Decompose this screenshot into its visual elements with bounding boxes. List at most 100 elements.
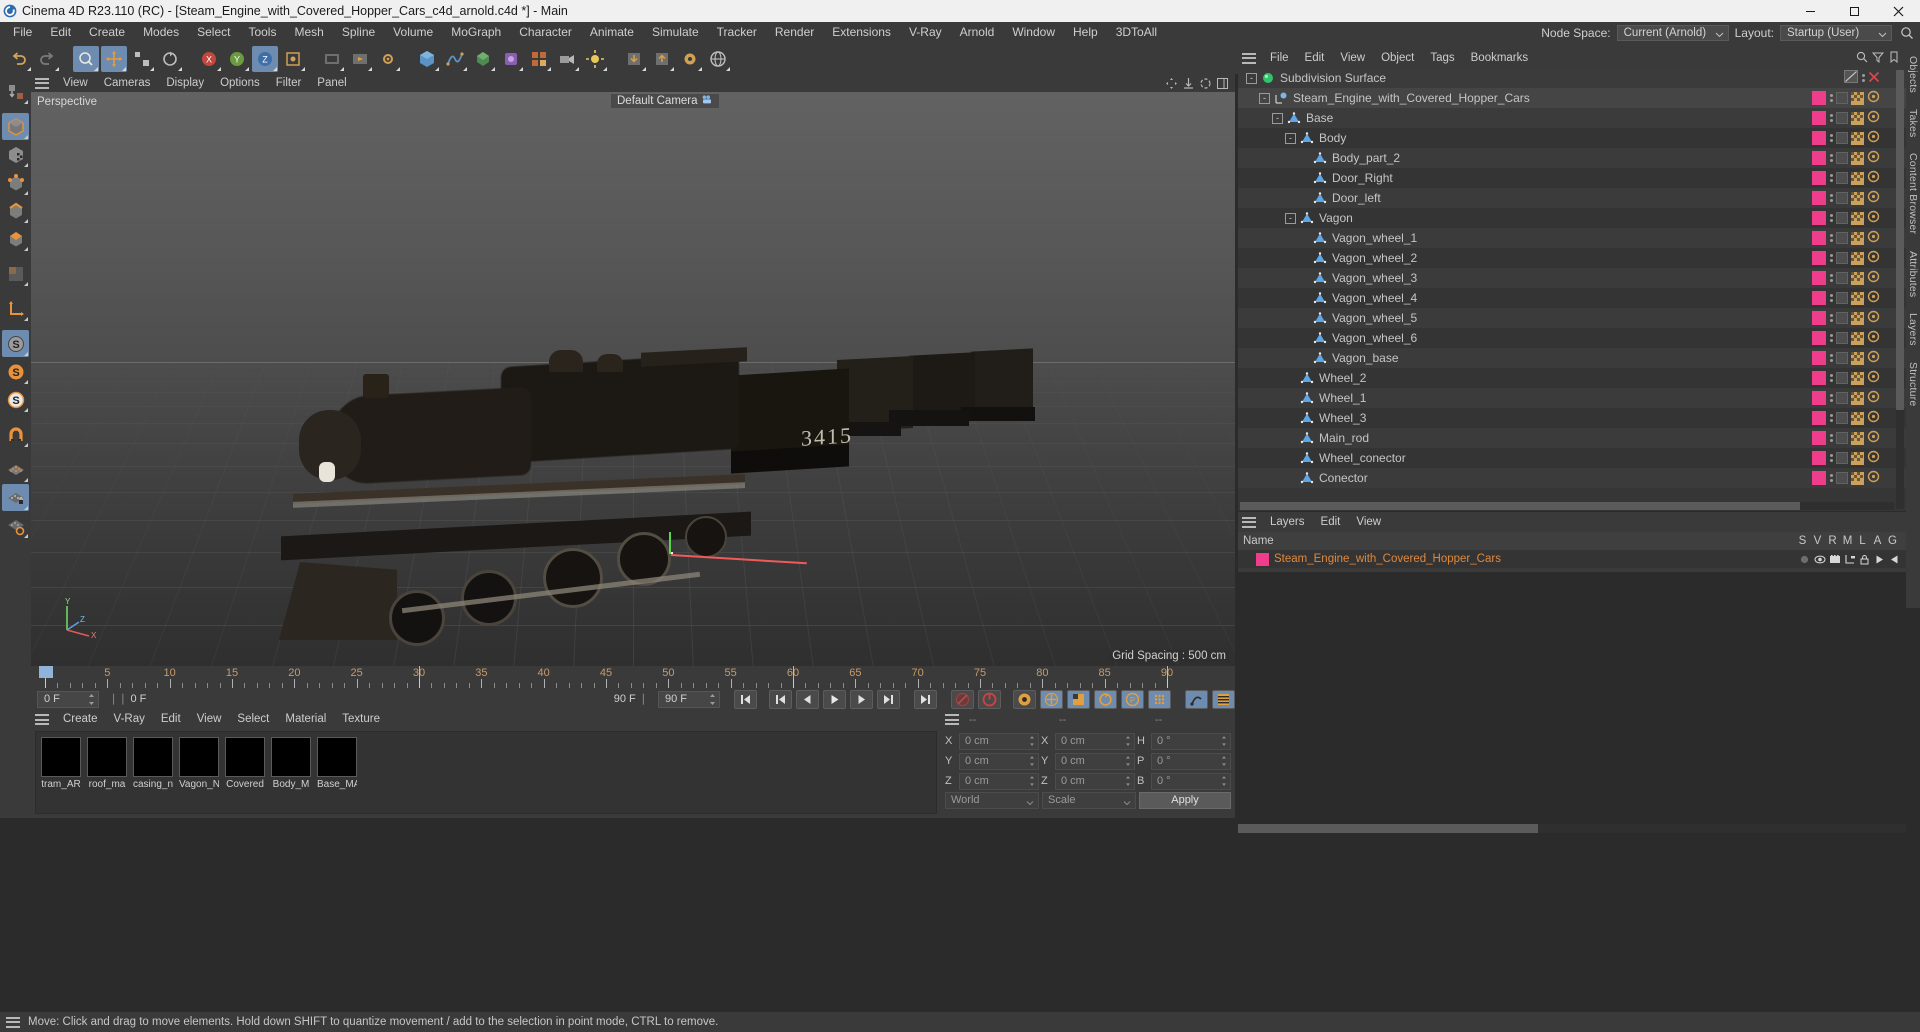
timeline-playhead[interactable] [39, 666, 53, 678]
object-hamburger-icon[interactable] [1242, 52, 1256, 64]
material-tag[interactable] [1812, 391, 1826, 405]
undo-button[interactable] [6, 46, 32, 72]
visibility-toggle-editor[interactable] [1836, 312, 1848, 324]
scrollbar-thumb[interactable] [1240, 502, 1800, 510]
visibility-toggle-editor[interactable] [1836, 272, 1848, 284]
menu-arnold[interactable]: Arnold [951, 22, 1004, 43]
object-dots-toggle[interactable] [1829, 454, 1833, 462]
object-tree-row[interactable]: Wheel_conector [1238, 448, 1906, 468]
visibility-toggle-editor[interactable] [1836, 172, 1848, 184]
material-item[interactable]: Vagon_N [179, 737, 219, 808]
menu-help[interactable]: Help [1064, 22, 1107, 43]
material-preview-swatch[interactable] [87, 737, 127, 777]
enable-axis-button[interactable]: S [2, 330, 29, 357]
menu-animate[interactable]: Animate [581, 22, 643, 43]
object-menu-object[interactable]: Object [1373, 48, 1422, 68]
scale-tool[interactable] [129, 46, 155, 72]
menu-volume[interactable]: Volume [384, 22, 442, 43]
spinner-icon[interactable] [1029, 755, 1035, 771]
protection-tag-icon[interactable] [1867, 170, 1880, 186]
object-dots-toggle[interactable] [1829, 94, 1833, 102]
spinner-icon[interactable] [709, 693, 716, 710]
material-tag[interactable] [1812, 411, 1826, 425]
tab-structure[interactable]: Structure [1907, 354, 1919, 414]
align-workplane-button[interactable] [2, 512, 29, 539]
add-light-button[interactable] [582, 46, 608, 72]
axis-modify-button[interactable] [2, 295, 29, 322]
close-icon[interactable] [1868, 71, 1880, 86]
spinner-icon[interactable] [1221, 755, 1227, 771]
object-menu-file[interactable]: File [1262, 48, 1297, 68]
layer-generator-icon[interactable] [1888, 553, 1901, 566]
enable-quantize-button[interactable]: S [2, 386, 29, 413]
object-tree-row[interactable]: Door_Right [1238, 168, 1906, 188]
layer-color-swatch[interactable] [1256, 552, 1269, 566]
material-tag[interactable] [1812, 111, 1826, 125]
layer-manager-icon[interactable] [1843, 553, 1856, 566]
object-tree-row[interactable]: Vagon_wheel_3 [1238, 268, 1906, 288]
render-view-button[interactable] [319, 46, 345, 72]
maximize-viewport-icon[interactable] [1215, 76, 1229, 90]
object-tree-row[interactable]: Vagon_wheel_5 [1238, 308, 1906, 328]
world-object-coordinate-system-button[interactable] [280, 46, 306, 72]
protection-tag-icon[interactable] [1867, 290, 1880, 306]
protection-tag-icon[interactable] [1867, 130, 1880, 146]
protection-tag-icon[interactable] [1867, 310, 1880, 326]
add-cube-object-button[interactable] [414, 46, 440, 72]
object-dots-toggle[interactable] [1829, 334, 1833, 342]
spinner-icon[interactable] [1125, 755, 1131, 771]
viewport-camera-indicator[interactable]: Default Camera [611, 94, 719, 108]
object-dots-toggle[interactable] [1829, 394, 1833, 402]
tree-expander-icon[interactable]: - [1259, 92, 1270, 104]
object-tree-row[interactable]: Body_part_2 [1238, 148, 1906, 168]
texture-tag-icon[interactable] [1851, 111, 1864, 125]
visibility-toggle-editor[interactable] [1836, 352, 1848, 364]
texture-tag-icon[interactable] [1851, 451, 1864, 465]
current-frame-field[interactable]: 0 F [37, 690, 99, 710]
visibility-toggle-editor[interactable] [1836, 392, 1848, 404]
texture-tag-icon[interactable] [1851, 311, 1864, 325]
object-search-icon[interactable] [1856, 51, 1868, 66]
rotation-input[interactable]: 0 ° [1151, 732, 1231, 750]
preview-range-start-field[interactable]: ❘❘ 0 F [103, 690, 153, 708]
position-input[interactable]: 0 cm [959, 752, 1039, 771]
protection-tag-icon[interactable] [1867, 410, 1880, 426]
texture-tag-icon[interactable] [1851, 191, 1864, 205]
material-item[interactable]: casing_n [133, 737, 173, 808]
material-tag[interactable] [1812, 371, 1826, 385]
viewport-menu-panel[interactable]: Panel [309, 74, 354, 92]
subdivision-editor-toggle[interactable] [1844, 70, 1858, 86]
uv-polygon-mode-button[interactable] [2, 260, 29, 287]
texture-tag-icon[interactable] [1851, 351, 1864, 365]
object-tree-row[interactable]: Door_left [1238, 188, 1906, 208]
menu-character[interactable]: Character [510, 22, 581, 43]
record-active-objects-button[interactable] [951, 689, 974, 709]
material-preview-swatch[interactable] [133, 737, 173, 777]
material-tag[interactable] [1812, 91, 1826, 105]
object-dots-toggle[interactable] [1829, 314, 1833, 322]
polygon-mode-button[interactable] [2, 225, 29, 252]
protection-tag-icon[interactable] [1867, 250, 1880, 266]
material-tag[interactable] [1812, 451, 1826, 465]
pan-view-icon[interactable] [1164, 76, 1178, 90]
material-tag[interactable] [1812, 311, 1826, 325]
size-input[interactable]: 0 cm [1055, 752, 1135, 771]
spinner-icon[interactable] [1221, 775, 1227, 791]
texture-tag-icon[interactable] [1851, 371, 1864, 385]
texture-tag-icon[interactable] [1851, 91, 1864, 105]
next-key-button[interactable] [877, 689, 900, 709]
next-frame-button[interactable] [850, 689, 873, 709]
edge-mode-button[interactable] [2, 197, 29, 224]
object-tree-row[interactable]: Vagon_wheel_4 [1238, 288, 1906, 308]
tree-expander-icon[interactable]: - [1246, 72, 1257, 84]
texture-tag-icon[interactable] [1851, 391, 1864, 405]
material-preview-swatch[interactable] [271, 737, 311, 777]
spinner-icon[interactable] [88, 693, 95, 710]
visibility-toggle-editor[interactable] [1836, 152, 1848, 164]
rotate-tool[interactable] [157, 46, 183, 72]
visibility-toggle-editor[interactable] [1836, 332, 1848, 344]
render-settings-button[interactable] [375, 46, 401, 72]
menu-select[interactable]: Select [188, 22, 239, 43]
layers-menu-edit[interactable]: Edit [1313, 512, 1349, 532]
position-input[interactable]: 0 cm [959, 772, 1039, 790]
